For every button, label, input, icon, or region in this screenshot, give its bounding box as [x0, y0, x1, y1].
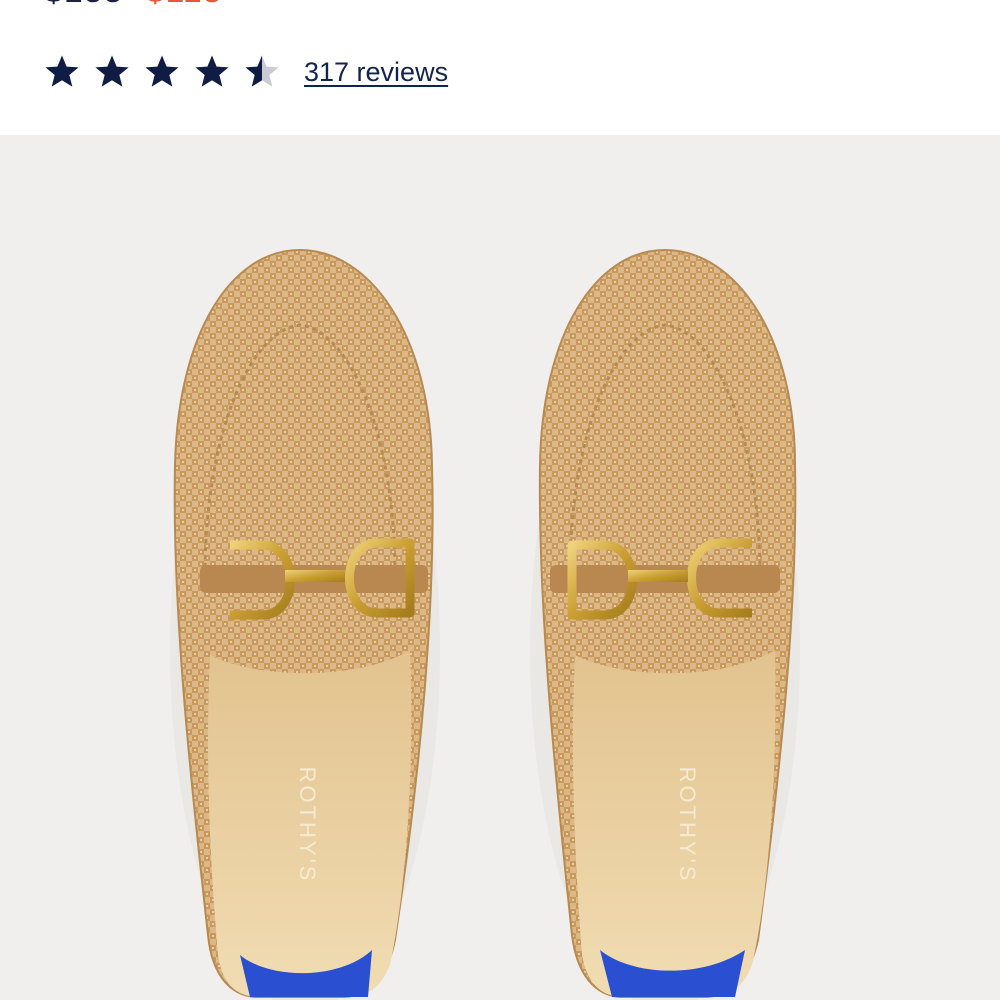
product-page: $155 $115 317 reviews	[0, 0, 1000, 1000]
star-filled-icon	[95, 55, 129, 87]
product-image[interactable]: ROTHY'S ROTHY'S	[0, 135, 1000, 1000]
star-filled-icon	[195, 55, 229, 87]
price-row: $155 $115	[44, 0, 223, 8]
rating-row: 317 reviews	[44, 50, 448, 94]
reviews-link[interactable]: 317 reviews	[304, 57, 448, 88]
shoes-illustration: ROTHY'S ROTHY'S	[170, 248, 800, 1000]
insole-brand-text: ROTHY'S	[675, 767, 700, 884]
star-filled-icon	[45, 55, 79, 87]
star-half-icon	[245, 55, 279, 87]
right-shoe: ROTHY'S	[530, 248, 800, 1000]
star-filled-icon	[145, 55, 179, 87]
left-shoe: ROTHY'S	[170, 248, 440, 1000]
sale-price: $115	[146, 0, 223, 8]
star-rating[interactable]	[44, 54, 294, 90]
insole-brand-text: ROTHY'S	[295, 767, 320, 884]
original-price: $155	[44, 0, 124, 8]
